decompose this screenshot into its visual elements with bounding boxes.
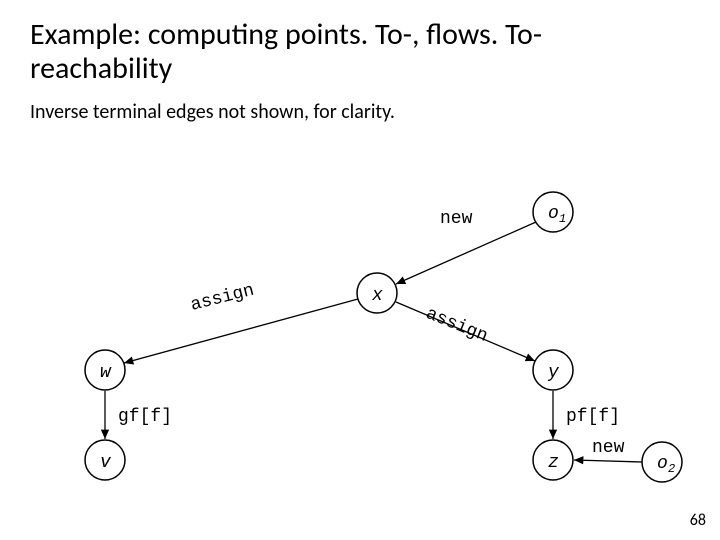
edge-y-z: pf[f]: [553, 391, 620, 439]
edge-o2-z: new: [574, 438, 642, 462]
svg-text:new: new: [440, 209, 473, 229]
node-w: w: [85, 350, 125, 390]
graph-diagram: o 1 x y z w v o 2 new assign: [0, 0, 720, 540]
node-y: y: [533, 350, 573, 390]
svg-text:new: new: [592, 438, 625, 458]
svg-text:assign: assign: [423, 304, 491, 347]
svg-text:o: o: [548, 204, 559, 224]
edge-x-w: assign: [124, 281, 358, 363]
node-v: v: [85, 440, 125, 480]
edge-o1-x: new: [396, 209, 536, 284]
svg-text:w: w: [100, 363, 112, 383]
svg-text:gf[f]: gf[f]: [118, 407, 172, 427]
node-z: z: [533, 440, 573, 480]
svg-text:pf[f]: pf[f]: [566, 407, 620, 427]
svg-text:assign: assign: [189, 281, 257, 316]
svg-text:o: o: [657, 454, 668, 474]
svg-text:v: v: [100, 453, 112, 473]
node-o2: o 2: [642, 442, 682, 482]
svg-text:x: x: [371, 286, 383, 306]
svg-text:z: z: [548, 453, 559, 473]
svg-text:y: y: [547, 363, 560, 383]
svg-text:2: 2: [668, 462, 675, 476]
edge-x-y: assign: [396, 302, 535, 361]
node-o1: o 1: [533, 192, 573, 232]
node-x: x: [357, 273, 397, 313]
svg-text:1: 1: [559, 212, 566, 226]
edge-w-v: gf[f]: [105, 391, 172, 439]
